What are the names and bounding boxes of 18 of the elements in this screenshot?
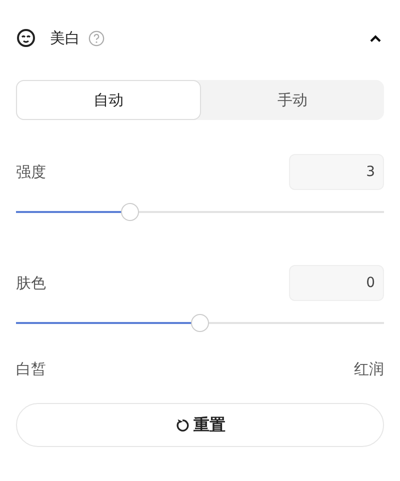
scale-label: 红润 [354, 360, 384, 379]
tab[interactable]: 手动 [201, 80, 384, 120]
slider-label: 强度 [16, 162, 46, 182]
slider-thumb[interactable] [191, 314, 209, 332]
slider-thumb[interactable] [121, 203, 140, 221]
chevron-icon[interactable] [369, 34, 382, 42]
help-icon[interactable] [88, 30, 105, 46]
slider-label: 肤色 [16, 274, 46, 292]
slider-track[interactable] [16, 203, 384, 221]
reset-icon [174, 418, 190, 432]
scale-label: 白皙 [16, 360, 46, 379]
number-field[interactable]: 3 [289, 154, 384, 190]
number-field[interactable]: 0 [289, 265, 384, 301]
section-title: 美白 [50, 28, 80, 48]
slider-track[interactable] [16, 314, 384, 332]
face-icon [16, 28, 36, 48]
reset-button[interactable]: 重置 [16, 403, 384, 447]
tab[interactable]: 自动 [16, 80, 201, 120]
